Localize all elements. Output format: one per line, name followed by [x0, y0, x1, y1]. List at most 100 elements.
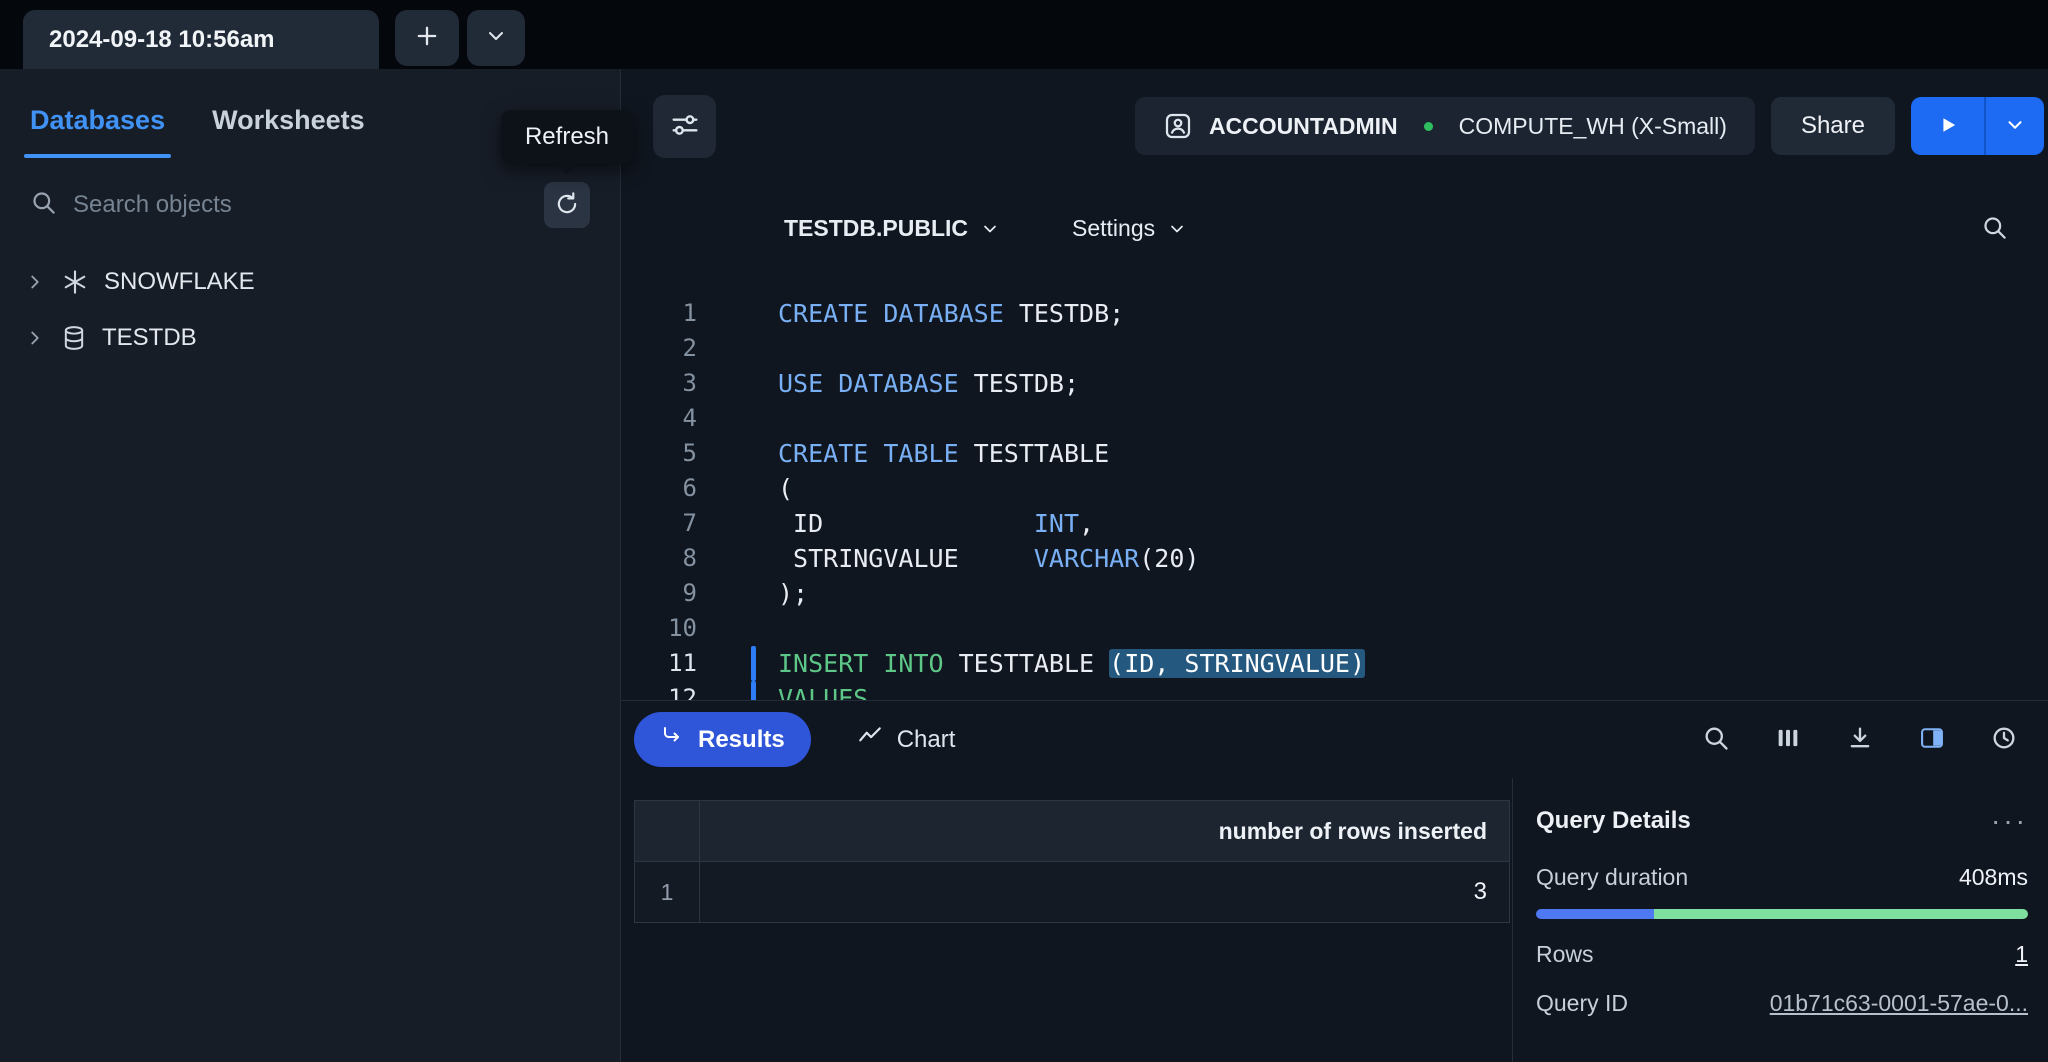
query-history-button[interactable]	[1990, 724, 2018, 755]
worksheet-tab[interactable]: 2024-09-18 10:56am	[23, 10, 379, 69]
split-panel-icon	[1918, 724, 1946, 755]
download-results-button[interactable]	[1846, 724, 1874, 755]
duration-segment-execute	[1654, 909, 2028, 919]
query-details-header: Query Details ···	[1536, 800, 2028, 842]
rows-value-link[interactable]: 1	[2015, 941, 2028, 968]
code-text: STRINGVALUE VARCHAR(20)	[778, 541, 1199, 576]
clock-icon	[1990, 724, 2018, 755]
columns-icon	[1774, 724, 1802, 755]
tabbar-buttons	[395, 10, 525, 66]
line-number: 11	[621, 646, 697, 681]
active-statement-indicator	[751, 611, 756, 646]
search-icon	[1981, 214, 2008, 244]
row-value-cell[interactable]: 3	[700, 862, 1510, 923]
details-panel-toggle-button[interactable]	[1918, 724, 1946, 755]
column-header[interactable]: number of rows inserted	[700, 801, 1510, 862]
tab-databases[interactable]: Databases	[30, 105, 165, 158]
tree-item-label: SNOWFLAKE	[104, 268, 255, 296]
share-button[interactable]: Share	[1771, 97, 1895, 155]
schema-selector[interactable]: TESTDB.PUBLIC	[784, 215, 1000, 242]
download-icon	[1846, 724, 1874, 755]
tab-results[interactable]: Results	[634, 712, 811, 767]
role-warehouse-selector[interactable]: ACCOUNTADMIN COMPUTE_WH (X-Small)	[1135, 97, 1755, 155]
tab-chart[interactable]: Chart	[857, 723, 956, 756]
active-statement-indicator	[751, 576, 756, 611]
line-number: 12	[621, 681, 697, 700]
code-line[interactable]: 8 STRINGVALUE VARCHAR(20)	[621, 541, 2048, 576]
query-details-panel: Query Details ··· Query duration 408ms R…	[1512, 778, 2048, 1062]
run-button[interactable]	[1911, 97, 1984, 155]
table-row[interactable]: 1 3	[635, 862, 1510, 923]
active-statement-indicator	[751, 471, 756, 506]
code-text: USE DATABASE TESTDB;	[778, 366, 1079, 401]
tree-item-testdb[interactable]: TESTDB	[0, 310, 620, 366]
code-line[interactable]: 7 ID INT,	[621, 506, 2048, 541]
results-body: number of rows inserted 1 3 Query Detail…	[621, 778, 2048, 1062]
tree-item-snowflake[interactable]: SNOWFLAKE	[0, 254, 620, 310]
new-worksheet-button[interactable]	[395, 10, 459, 66]
warehouse-label: COMPUTE_WH (X-Small)	[1459, 113, 1727, 140]
results-table: number of rows inserted 1 3	[634, 800, 1510, 923]
code-text: );	[778, 576, 808, 611]
results-table-wrap: number of rows inserted 1 3	[621, 778, 1512, 1062]
chevron-down-icon	[2004, 114, 2026, 139]
search-input[interactable]	[73, 191, 544, 219]
sliders-icon	[669, 109, 701, 144]
user-badge-icon	[1163, 111, 1193, 141]
code-line[interactable]: 6(	[621, 471, 2048, 506]
worksheet-options-button[interactable]	[653, 95, 716, 158]
editor-search-button[interactable]	[1981, 214, 2008, 244]
database-icon	[60, 324, 88, 352]
line-number: 5	[621, 436, 697, 471]
query-details-title: Query Details	[1536, 807, 1691, 835]
main-toolbar: ACCOUNTADMIN COMPUTE_WH (X-Small) Share	[621, 69, 2048, 183]
search-icon	[1702, 724, 1730, 755]
line-number: 4	[621, 401, 697, 436]
line-number: 8	[621, 541, 697, 576]
row-index-cell: 1	[635, 862, 700, 923]
code-line[interactable]: 5CREATE TABLE TESTTABLE	[621, 436, 2048, 471]
run-options-button[interactable]	[1986, 97, 2044, 155]
active-statement-indicator	[751, 296, 756, 331]
query-duration-row: Query duration 408ms	[1536, 864, 2028, 891]
code-line[interactable]: 1CREATE DATABASE TESTDB;	[621, 296, 2048, 331]
rows-label: Rows	[1536, 941, 1594, 968]
code-line[interactable]: 2	[621, 331, 2048, 366]
code-line[interactable]: 9);	[621, 576, 2048, 611]
refresh-tooltip: Refresh	[501, 110, 633, 164]
query-id-label: Query ID	[1536, 990, 1628, 1017]
code-line[interactable]: 3USE DATABASE TESTDB;	[621, 366, 2048, 401]
schema-label: TESTDB.PUBLIC	[784, 215, 968, 242]
code-lines: 1CREATE DATABASE TESTDB;23USE DATABASE T…	[621, 296, 2048, 700]
worksheet-tab-list-button[interactable]	[467, 10, 525, 66]
sidebar: Databases Worksheets Refresh	[0, 69, 621, 1062]
chevron-down-icon	[484, 24, 508, 51]
query-id-link[interactable]: 01b71c63-0001-57ae-0...	[1770, 990, 2028, 1017]
results-toolbar: Results Chart	[621, 700, 2048, 778]
code-line[interactable]: 11 INSERT INTO TESTTABLE (ID, STRINGVALUE…	[621, 646, 2048, 681]
chevron-right-icon[interactable]	[24, 327, 46, 349]
ellipsis-menu-icon[interactable]: ···	[1991, 807, 2028, 835]
results-search-button[interactable]	[1702, 724, 1730, 755]
code-line[interactable]: 12VALUES	[621, 681, 2048, 700]
trend-line-icon	[857, 723, 883, 756]
chevron-down-icon	[980, 219, 1000, 239]
tab-worksheets[interactable]: Worksheets	[212, 105, 365, 158]
code-line[interactable]: 10	[621, 611, 2048, 646]
chevron-right-icon[interactable]	[24, 271, 46, 293]
columns-button[interactable]	[1774, 724, 1802, 755]
main-area: ACCOUNTADMIN COMPUTE_WH (X-Small) Share	[621, 69, 2048, 1062]
refresh-wrap: Refresh	[544, 182, 590, 228]
tree-item-label: TESTDB	[102, 324, 197, 352]
editor-settings-menu[interactable]: Settings	[1072, 215, 1187, 242]
warehouse-status-dot	[1424, 122, 1433, 131]
refresh-button[interactable]	[544, 182, 590, 228]
sql-editor[interactable]: 1CREATE DATABASE TESTDB;23USE DATABASE T…	[621, 274, 2048, 700]
line-number: 6	[621, 471, 697, 506]
index-column-header[interactable]	[635, 801, 700, 862]
query-duration-value: 408ms	[1959, 864, 2028, 891]
results-toolbar-icons	[1702, 724, 2018, 755]
code-text: INSERT INTO TESTTABLE (ID, STRINGVALUE)	[778, 646, 1365, 681]
search-icon	[30, 189, 57, 221]
code-line[interactable]: 4	[621, 401, 2048, 436]
